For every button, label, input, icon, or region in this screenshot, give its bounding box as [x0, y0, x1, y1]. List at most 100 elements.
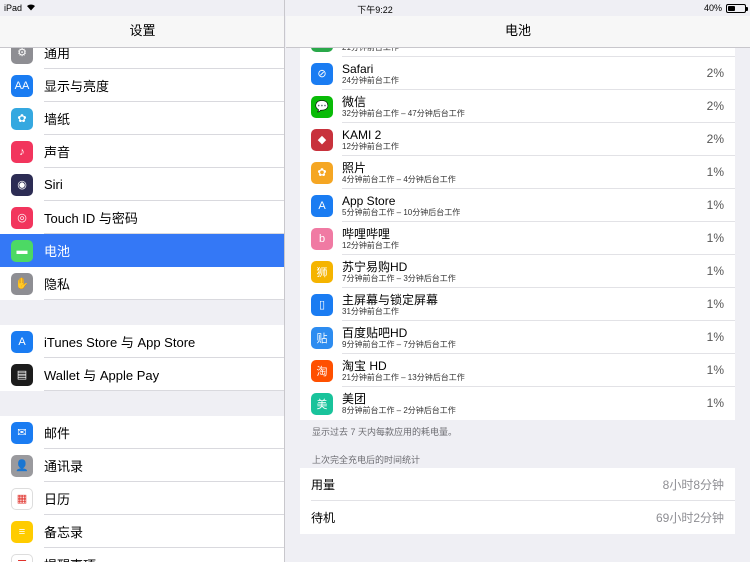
list-item[interactable]: ⊘ Safari 24分钟前台工作 2%: [300, 57, 735, 90]
sidebar-item-mail[interactable]: ✉ 邮件: [0, 416, 284, 449]
hand-icon: ✋: [11, 272, 33, 295]
sidebar-item-notes[interactable]: ≡ 备忘录: [0, 515, 284, 548]
battery-detail-pane: 电池 ● 21分钟前台工作 ⊘Safari24分钟前台工作2%💬微信32分钟前台…: [286, 0, 750, 562]
standby-value: 69小时2分钟: [655, 511, 724, 525]
standby-row: 待机 69小时2分钟: [300, 501, 735, 534]
status-bar: iPad 下午9:22 40%: [0, 0, 750, 16]
sidebar-item-appstore[interactable]: AiTunes Store 与 App Store: [0, 325, 284, 358]
app-usage-detail: 21分钟前台工作 – 13分钟后台工作: [342, 372, 465, 382]
sidebar-item-sound[interactable]: ♪ 声音: [0, 135, 284, 168]
app-name: 苏宁易购HD: [342, 259, 408, 274]
notes-icon: ≡: [11, 520, 33, 543]
sidebar-item-wallpaper[interactable]: ✿ 墙纸: [0, 102, 284, 135]
kami-icon: ◆: [311, 128, 333, 151]
appstore-icon: A: [11, 330, 33, 353]
list-item[interactable]: 美美团 8分钟前台工作 – 2分钟后台工作 1%: [300, 387, 735, 420]
usage-summary: 用量 8小时8分钟 待机 69小时2分钟: [300, 468, 735, 534]
sidebar-item-fingerprint[interactable]: ◎ Touch ID 与密码: [0, 201, 284, 234]
fingerprint-icon: ◎: [11, 206, 33, 229]
sidebar-item-label: 显示与亮度: [44, 79, 110, 94]
list-item[interactable]: ▯ 主屏幕与锁定屏幕 31分钟前台工作 1%: [300, 288, 735, 321]
settings-group-2: AiTunes Store 与 App Store ▤ Wallet 与 Apple…: [0, 325, 284, 391]
sidebar-item-label: 提醒事项: [44, 555, 96, 562]
appstore-icon: A: [311, 194, 333, 217]
bilibili-icon: b: [311, 227, 333, 250]
app-usage-detail: 8分钟前台工作 – 2分钟后台工作: [342, 405, 456, 415]
battery-icon: ▬: [11, 239, 33, 262]
app-usage-detail: 32分钟前台工作 – 47分钟后台工作: [342, 108, 465, 118]
app-usage-detail: 24分钟前台工作: [342, 75, 399, 85]
app-usage-detail: 9分钟前台工作 – 7分钟后台工作: [342, 339, 456, 349]
battery-usage-list: ● 21分钟前台工作 ⊘Safari24分钟前台工作2%💬微信32分钟前台工作 …: [300, 24, 735, 420]
detail-title: 电池: [286, 16, 750, 48]
sidebar-item-display[interactable]: AA 显示与亮度: [0, 69, 284, 102]
sidebar-item-label: 邮件: [44, 426, 71, 441]
sidebar-item-label: 日历: [44, 492, 71, 507]
sidebar-item-siri[interactable]: ◉ Siri: [0, 168, 284, 201]
battery-percentage: 1%: [706, 363, 724, 377]
sidebar-item-label: 备忘录: [44, 525, 84, 540]
sidebar-title: 设置: [0, 16, 284, 48]
battery-percentage: 1%: [706, 396, 724, 410]
app-name: App Store: [342, 193, 396, 208]
sidebar-item-hand[interactable]: ✋ 隐私: [0, 267, 284, 300]
list-item[interactable]: 💬 微信 32分钟前台工作 – 47分钟后台工作 2%: [300, 90, 735, 123]
display-icon: AA: [11, 74, 33, 97]
app-name: KAMI 2: [342, 127, 382, 142]
list-item[interactable]: b 哔哩哔哩 12分钟前台工作 1%: [300, 222, 735, 255]
sidebar-item-label: 隐私: [44, 277, 71, 292]
usage-note: 显示过去 7 天内每款应用的耗电量。: [312, 427, 458, 437]
app-name: 百度贴吧HD: [342, 325, 408, 340]
reminders-icon: ☰: [11, 553, 33, 562]
app-name: 微信: [342, 94, 367, 109]
app-usage-detail: 5分钟前台工作 – 10分钟后台工作: [342, 207, 461, 217]
sidebar-item-label: 通讯录: [44, 459, 84, 474]
sidebar-item-label: 声音: [44, 145, 71, 160]
list-item[interactable]: 淘淘宝 HD 21分钟前台工作 – 13分钟后台工作 1%: [300, 354, 735, 387]
list-item[interactable]: 贴百度贴吧HD 9分钟前台工作 – 7分钟后台工作 1%: [300, 321, 735, 354]
app-usage-detail: 12分钟前台工作: [342, 141, 399, 151]
taobao-icon: 淘: [311, 359, 333, 382]
mail-icon: ✉: [11, 421, 33, 444]
battery-indicator-icon: [726, 3, 748, 13]
clock: 下午9:22: [357, 5, 393, 15]
sidebar-item-label: Wallet 与 Apple Pay: [44, 368, 160, 383]
sidebar-item-label: 墙纸: [44, 112, 71, 127]
battery-percentage: 1%: [706, 231, 724, 245]
battery-percentage: 1%: [706, 264, 724, 278]
list-item[interactable]: ◆ KAMI 2 12分钟前台工作 2%: [300, 123, 735, 156]
sidebar-item-battery[interactable]: ▬ 电池: [0, 234, 284, 267]
photos-icon: ✿: [311, 161, 333, 184]
app-usage-detail: 12分钟前台工作: [342, 240, 399, 250]
settings-group-1: ⚙ 通用 AA 显示与亮度 ✿ 墙纸 ♪ 声音 ◉ Siri ◎ Touch ID 与密码 ▬ 电池 ✋ 隐私: [0, 36, 284, 300]
safari-icon: ⊘: [311, 62, 333, 85]
sidebar-item-contacts[interactable]: 👤 通讯录: [0, 449, 284, 482]
list-item[interactable]: A App Store 5分钟前台工作 – 10分钟后台工作 1%: [300, 189, 735, 222]
app-usage-detail: 7分钟前台工作 – 3分钟后台工作: [342, 273, 456, 283]
battery-percentage: 1%: [706, 198, 724, 212]
battery-percentage: 1%: [706, 165, 724, 179]
app-name: Safari: [342, 61, 374, 76]
since-charge-header: 上次完全充电后的时间统计: [312, 455, 421, 465]
sidebar-item-calendar[interactable]: ▦ 日历: [0, 482, 284, 515]
app-name: 淘宝 HD: [342, 358, 387, 373]
wallpaper-icon: ✿: [11, 107, 33, 130]
list-item[interactable]: ✿ 照片 4分钟前台工作 – 4分钟后台工作 1%: [300, 156, 735, 189]
sidebar-item-reminders[interactable]: ☰ 提醒事项: [0, 548, 284, 562]
settings-group-3: ✉ 邮件 👤 通讯录 ▦ 日历 ≡ 备忘录 ☰ 提醒事项: [0, 416, 284, 562]
siri-icon: ◉: [11, 173, 33, 196]
sidebar-item-wallet[interactable]: ▤ Wallet 与 Apple Pay: [0, 358, 284, 391]
battery-percentage: 1%: [706, 297, 724, 311]
app-name: 主屏幕与锁定屏幕: [342, 292, 439, 307]
usage-label: 用量: [311, 478, 336, 492]
meituan-icon: 美: [311, 392, 333, 415]
suning-icon: 狮: [311, 260, 333, 283]
app-usage-detail: 31分钟前台工作: [342, 306, 399, 316]
battery-percentage: 1%: [706, 330, 724, 344]
battery-percentage: 2%: [706, 99, 724, 113]
app-name: 哔哩哔哩: [342, 226, 391, 241]
sidebar-item-label: Touch ID 与密码: [44, 211, 138, 226]
list-item[interactable]: 狮苏宁易购HD 7分钟前台工作 – 3分钟后台工作 1%: [300, 255, 735, 288]
sidebar-item-label: 电池: [44, 244, 71, 259]
wallet-icon: ▤: [11, 363, 33, 386]
